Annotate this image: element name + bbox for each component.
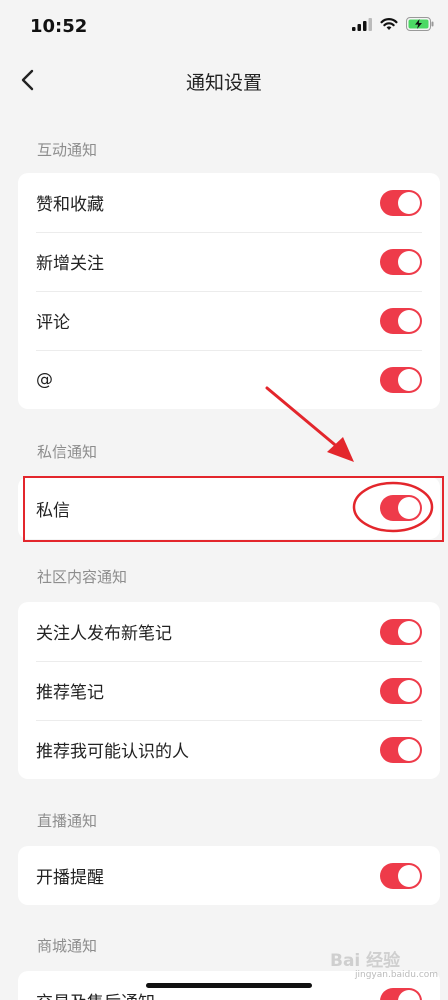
toggle-knob xyxy=(398,310,420,332)
toggle-knob xyxy=(398,192,420,214)
trade-after-sales-toggle[interactable] xyxy=(380,988,422,1000)
setting-label: @ xyxy=(36,369,53,390)
recommended-notes-toggle[interactable] xyxy=(380,678,422,704)
signal-icon xyxy=(352,17,372,31)
toggle-knob xyxy=(398,680,420,702)
status-icons xyxy=(352,17,434,31)
section-title-private-message: 私信通知 xyxy=(37,443,98,461)
toggle-knob xyxy=(398,251,420,273)
status-bar: 10:52 xyxy=(0,0,448,54)
toggle-knob xyxy=(398,990,420,1000)
setting-row-comments: 评论 xyxy=(18,291,440,350)
section-title-live: 直播通知 xyxy=(37,812,98,830)
setting-row-mentions: @ xyxy=(18,350,440,409)
status-time: 10:52 xyxy=(30,16,88,37)
setting-label: 开播提醒 xyxy=(36,868,104,888)
setting-row-private-message: 私信 xyxy=(18,477,440,539)
toggle-knob xyxy=(398,739,420,761)
card-interaction: 赞和收藏 新增关注 评论 @ xyxy=(18,173,440,409)
section-title-mall: 商城通知 xyxy=(37,937,98,955)
setting-row-likes-collects: 赞和收藏 xyxy=(18,173,440,232)
nav-bar: 通知设置 xyxy=(0,54,448,106)
setting-label: 关注人发布新笔记 xyxy=(36,624,172,644)
setting-row-live-start: 开播提醒 xyxy=(18,846,440,905)
people-you-may-know-toggle[interactable] xyxy=(380,737,422,763)
comments-toggle[interactable] xyxy=(380,308,422,334)
card-community: 关注人发布新笔记 推荐笔记 推荐我可能认识的人 xyxy=(18,602,440,779)
setting-label: 交易及售后通知 xyxy=(36,988,155,1000)
setting-label: 推荐笔记 xyxy=(36,683,104,703)
setting-row-followed-new-notes: 关注人发布新笔记 xyxy=(18,602,440,661)
section-title-interaction: 互动通知 xyxy=(37,141,98,159)
battery-charging-icon xyxy=(406,17,434,31)
mentions-toggle[interactable] xyxy=(380,367,422,393)
toggle-knob xyxy=(398,621,420,643)
home-indicator[interactable] xyxy=(146,983,312,988)
watermark-url: jingyan.baidu.com xyxy=(355,970,439,980)
new-follower-toggle[interactable] xyxy=(380,249,422,275)
setting-label: 评论 xyxy=(36,313,70,333)
page-title: 通知设置 xyxy=(185,72,262,94)
watermark: Bai 经验 xyxy=(330,951,401,971)
setting-label: 私信 xyxy=(36,500,70,521)
live-start-toggle[interactable] xyxy=(380,863,422,889)
wifi-icon xyxy=(380,18,398,30)
toggle-knob xyxy=(398,865,420,887)
setting-label: 推荐我可能认识的人 xyxy=(36,742,189,762)
section-title-community: 社区内容通知 xyxy=(37,568,128,586)
likes-collects-toggle[interactable] xyxy=(380,190,422,216)
private-message-toggle[interactable] xyxy=(380,495,422,521)
setting-row-recommended-notes: 推荐笔记 xyxy=(18,661,440,720)
setting-label: 赞和收藏 xyxy=(36,195,104,215)
card-live: 开播提醒 xyxy=(18,846,440,905)
toggle-knob xyxy=(398,369,420,391)
followed-new-notes-toggle[interactable] xyxy=(380,619,422,645)
setting-label: 新增关注 xyxy=(36,254,104,274)
setting-row-new-follower: 新增关注 xyxy=(18,232,440,291)
setting-row-people-you-may-know: 推荐我可能认识的人 xyxy=(18,720,440,779)
toggle-knob xyxy=(398,497,420,519)
card-private-message: 私信 xyxy=(18,477,440,539)
